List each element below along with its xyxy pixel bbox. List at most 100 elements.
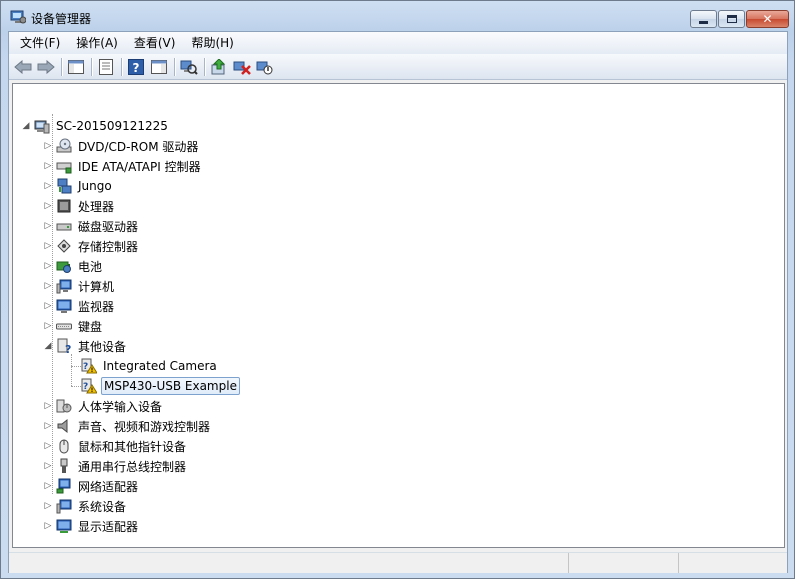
expand-chevron-icon[interactable]: ▷ [43,281,53,291]
minimize-icon [691,11,716,27]
tree-item-processor[interactable]: ▷ 处理器 [43,196,116,216]
expand-chevron-icon[interactable]: ▷ [43,521,53,531]
tree-item-sound[interactable]: ▷ 声音、视频和游戏控制器 [43,416,212,436]
tree-item-computer[interactable]: ▷ 计算机 [43,276,116,296]
disk-drive-icon [56,218,72,234]
expand-chevron-icon[interactable]: ▷ [43,221,53,231]
collapse-chevron-icon[interactable]: ◢ [43,341,53,351]
toolbar-separator [121,57,122,76]
expand-chevron-icon[interactable]: ▷ [43,481,53,491]
expand-chevron-icon[interactable]: ▷ [43,441,53,451]
tree-item-label: 键盘 [78,319,103,334]
tree-item-mouse[interactable]: ▷ 鼠标和其他指针设备 [43,436,188,456]
tree-item-jungo[interactable]: ▷ Jungo [43,176,114,196]
tree-item-monitor[interactable]: ▷ 监视器 [43,296,116,316]
disable-icon [256,61,273,74]
tree-item-ide[interactable]: ▷ IDE ATA/ATAPI 控制器 [43,156,203,176]
properties-icon [99,58,113,75]
tree-child-label: Integrated Camera [103,359,217,373]
other-devices-icon: ? [56,338,72,354]
svg-text:?: ? [65,343,71,354]
expand-chevron-icon[interactable]: ▷ [43,421,53,431]
tree-item-label: 监视器 [78,299,115,314]
speaker-icon [56,418,72,434]
usb-icon [56,458,72,474]
tree-root-computer[interactable]: ◢ SC-201509121225 [21,116,170,136]
toolbar-separator [91,57,92,76]
tree-item-network-adapters[interactable]: ▷ 网络适配器 [43,476,140,496]
status-cell-tertiary [679,553,787,573]
unknown-device-warning-icon: ? [81,358,97,374]
update-driver-button[interactable] [208,57,230,77]
expand-chevron-icon[interactable]: ▷ [43,461,53,471]
tree-child-msp430-usb[interactable]: ? MSP430-USB Example [81,376,240,396]
tree-item-dvd-cdrom[interactable]: ▷ DVD/CD-ROM 驱动器 [43,136,200,156]
tree-item-storage-controllers[interactable]: ▷ 存储控制器 [43,236,140,256]
expand-chevron-icon[interactable]: ▷ [43,141,53,151]
expand-chevron-icon[interactable]: ▷ [43,501,53,511]
scan-hardware-button[interactable] [178,57,200,77]
console-tree-button[interactable] [65,57,87,77]
maximize-button[interactable] [718,10,745,28]
toolbar-separator [204,57,205,76]
device-tree[interactable]: ◢ SC-201509121225 ▷ DVD/CD-ROM 驱动器 ▷ IDE… [12,83,785,548]
minimize-button[interactable] [690,10,717,28]
status-cell-secondary [569,553,679,573]
tree-item-battery[interactable]: ▷ 电池 [43,256,104,276]
tree-item-label: 显示适配器 [78,519,139,534]
tree-root-label: SC-201509121225 [56,119,168,133]
action-pane-button[interactable] [148,57,170,77]
tree-item-keyboard[interactable]: ▷ 键盘 [43,316,104,336]
tree-item-other-devices[interactable]: ◢ ? 其他设备 [43,336,128,356]
expand-chevron-icon[interactable]: ▷ [43,201,53,211]
tree-child-integrated-camera[interactable]: ? Integrated Camera [81,356,219,376]
menu-action[interactable]: 操作(A) [68,33,126,53]
computer-icon [56,278,72,294]
close-button[interactable]: ✕ [746,10,789,28]
properties-button[interactable] [95,57,117,77]
system-devices-icon [56,498,72,514]
disable-button[interactable] [254,57,276,77]
expand-chevron-icon[interactable]: ▷ [43,241,53,251]
menu-help[interactable]: 帮助(H) [183,33,241,53]
tree-item-system-devices[interactable]: ▷ 系统设备 [43,496,128,516]
tree-item-label: 磁盘驱动器 [78,219,139,234]
close-icon: ✕ [762,12,773,26]
tree-item-disk-drives[interactable]: ▷ 磁盘驱动器 [43,216,140,236]
display-adapter-icon [56,518,72,534]
tree-item-display-adapters[interactable]: ▷ 显示适配器 [43,516,140,536]
tree-item-usb[interactable]: ▷ 通用串行总线控制器 [43,456,188,476]
menu-bar: 文件(F) 操作(A) 查看(V) 帮助(H) [9,32,787,54]
menu-view[interactable]: 查看(V) [126,33,184,53]
title-bar[interactable]: 设备管理器 ✕ [1,1,794,32]
expand-chevron-icon[interactable]: ▷ [43,181,53,191]
menu-file[interactable]: 文件(F) [12,33,68,53]
unknown-device-warning-icon: ? [81,378,97,394]
back-button[interactable] [12,57,34,77]
help-button[interactable]: ? [125,57,147,77]
expand-chevron-icon[interactable]: ▷ [43,161,53,171]
network-device-icon [56,178,72,194]
uninstall-button[interactable] [231,57,253,77]
maximize-icon [719,11,744,27]
expand-chevron-icon[interactable]: ▷ [43,301,53,311]
help-icon: ? [128,58,144,75]
device-manager-icon [10,10,27,24]
tree-item-label: DVD/CD-ROM 驱动器 [78,139,199,154]
battery-icon [56,258,72,274]
processor-icon [56,198,72,214]
forward-button[interactable] [35,57,57,77]
update-driver-icon [211,58,226,74]
status-cell-main [9,553,569,573]
tree-child-label: MSP430-USB Example [101,377,240,395]
collapse-chevron-icon[interactable]: ◢ [21,121,31,131]
keyboard-icon [56,318,72,334]
expand-chevron-icon[interactable]: ▷ [43,321,53,331]
tree-item-label: 系统设备 [78,499,127,514]
tree-item-label: 鼠标和其他指针设备 [78,439,187,454]
expand-chevron-icon[interactable]: ▷ [43,261,53,271]
tree-item-label: Jungo [78,179,112,193]
tree-item-hid[interactable]: ▷ 人体学输入设备 [43,396,164,416]
expand-chevron-icon[interactable]: ▷ [43,401,53,411]
device-manager-window: 设备管理器 ✕ 文件(F) 操作(A) 查看(V) 帮助(H) ? ◢ SC-2… [0,0,795,579]
